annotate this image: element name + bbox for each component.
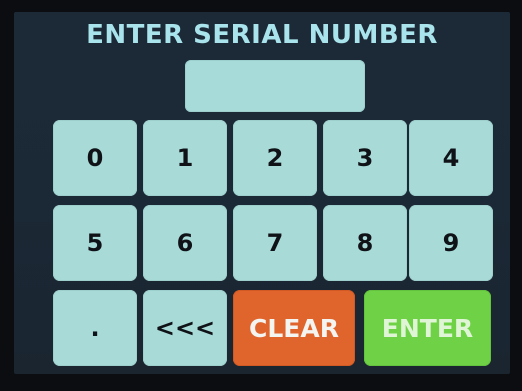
key-7[interactable]: 7 bbox=[233, 205, 317, 281]
key-4[interactable]: 4 bbox=[409, 120, 493, 196]
key-1[interactable]: 1 bbox=[143, 120, 227, 196]
key-3[interactable]: 3 bbox=[323, 120, 407, 196]
key-0[interactable]: 0 bbox=[53, 120, 137, 196]
device-bezel: ENTER SERIAL NUMBER 0 1 2 3 4 5 6 7 8 9 … bbox=[0, 0, 522, 391]
key-8[interactable]: 8 bbox=[323, 205, 407, 281]
page-title: ENTER SERIAL NUMBER bbox=[86, 20, 438, 50]
decimal-point-key[interactable]: . bbox=[53, 290, 137, 366]
key-9[interactable]: 9 bbox=[409, 205, 493, 281]
key-2[interactable]: 2 bbox=[233, 120, 317, 196]
clear-button[interactable]: CLEAR bbox=[233, 290, 355, 366]
key-6[interactable]: 6 bbox=[143, 205, 227, 281]
enter-button[interactable]: ENTER bbox=[364, 290, 491, 366]
backspace-key[interactable]: <<< bbox=[143, 290, 227, 366]
serial-number-field[interactable] bbox=[185, 60, 365, 112]
touch-screen: ENTER SERIAL NUMBER 0 1 2 3 4 5 6 7 8 9 … bbox=[14, 12, 510, 374]
key-5[interactable]: 5 bbox=[53, 205, 137, 281]
